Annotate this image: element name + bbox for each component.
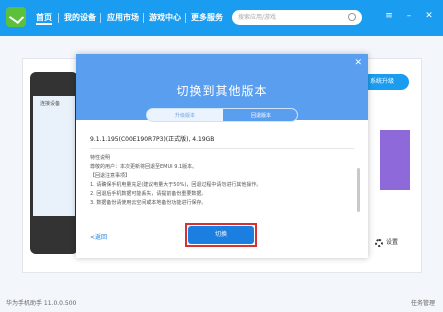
notes-line: 1. 请确保手机电量充足(建议电量大于50%)，回退过程中请勿进行其他操作。	[90, 182, 262, 188]
switch-version-dialog: ✕ 切换到其他版本 升级版本 回退版本 9.1.1.195(C00E190R7P…	[76, 54, 368, 258]
app-logo	[6, 7, 26, 27]
search-input[interactable]: 搜索应用/游戏	[232, 10, 362, 25]
release-notes: 特性说明 尊敬的用户：本次更新将回退至EMUI 9.1版本。 【回退注意事项】 …	[90, 154, 356, 234]
back-link[interactable]: <返回	[90, 232, 107, 241]
nav-app-market[interactable]: 应用市场	[107, 11, 139, 25]
minimize-icon[interactable]: –	[404, 11, 414, 21]
notes-line: 尊敬的用户：本次更新将回退至EMUI 9.1版本。	[90, 164, 198, 170]
footer-version: 华为手机助手 11.0.0.500	[6, 300, 77, 307]
nav-game-center[interactable]: 游戏中心	[149, 11, 181, 25]
notes-line: 【回退注意事项】	[90, 173, 131, 179]
search-placeholder: 搜索应用/游戏	[238, 14, 277, 21]
version-tabs: 升级版本 回退版本	[146, 108, 298, 122]
top-nav-bar: 首页 我的设备 应用市场 游戏中心 更多服务 搜索应用/游戏 ≡ – ✕	[0, 0, 443, 36]
phone-screen	[33, 96, 75, 216]
nav-divider	[185, 13, 186, 23]
menu-icon[interactable]: ≡	[384, 11, 394, 21]
tab-rollback[interactable]: 回退版本	[223, 109, 297, 121]
divider	[90, 148, 354, 149]
search-icon[interactable]	[348, 13, 356, 21]
nav-my-device[interactable]: 我的设备	[64, 11, 96, 25]
nav-home[interactable]: 首页	[36, 11, 52, 25]
phone-label: 连接设备	[40, 101, 61, 107]
nav-divider	[100, 13, 101, 23]
nav-divider	[143, 13, 144, 23]
notes-scrollbar[interactable]	[357, 168, 360, 212]
settings-button[interactable]: 设置	[375, 238, 398, 247]
settings-label: 设置	[386, 239, 399, 246]
notes-line: 2. 回退后手机数据可能丢失，请提前备份重要数据。	[90, 191, 207, 197]
close-icon[interactable]: ✕	[354, 58, 362, 68]
task-manager-link[interactable]: 任务管理	[411, 298, 435, 307]
close-icon[interactable]: ✕	[424, 11, 434, 21]
gear-icon	[375, 238, 383, 247]
notes-line: 特性说明	[90, 155, 111, 161]
dialog-title: 切换到其他版本	[176, 84, 268, 98]
notes-line: 3. 数据备份请使用云空间或本地备份功能进行保存。	[90, 200, 207, 206]
tab-upgrade[interactable]: 升级版本	[147, 109, 223, 121]
nav-divider	[58, 13, 59, 23]
switch-button[interactable]: 切换	[188, 226, 254, 244]
nav-more-services[interactable]: 更多服务	[191, 11, 223, 25]
version-info: 9.1.1.195(C00E190R7P3)(正式版), 4.19GB	[90, 136, 215, 143]
decorative-banner	[380, 130, 410, 190]
